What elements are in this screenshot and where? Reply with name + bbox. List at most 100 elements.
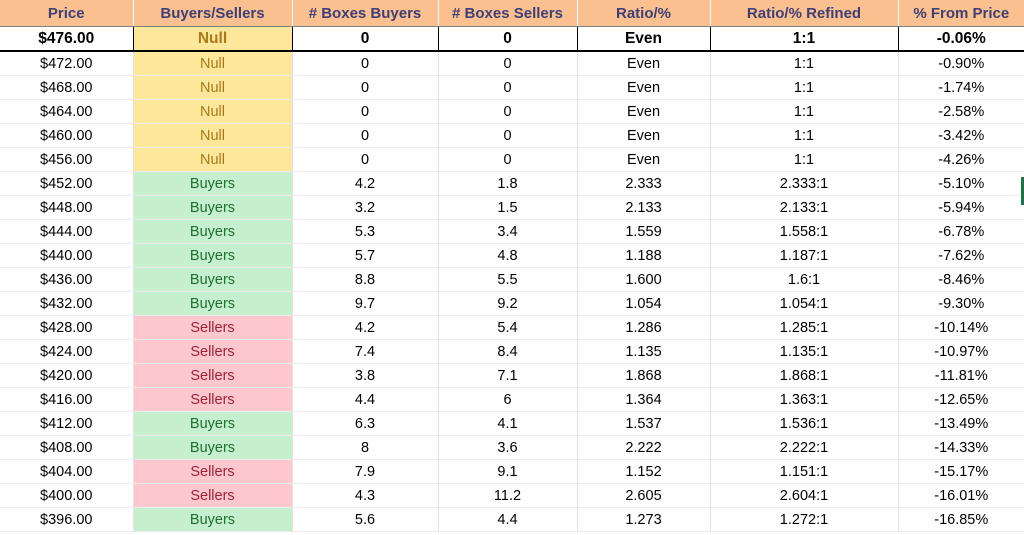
cell-boxes_sellers[interactable]: 0 <box>438 147 578 172</box>
cell-pct_from_price[interactable]: -0.90% <box>898 51 1024 76</box>
cell-buyers_sellers[interactable]: Buyers <box>133 435 293 460</box>
cell-price[interactable]: $444.00 <box>0 219 134 244</box>
cell-boxes_buyers[interactable]: 5.3 <box>292 219 439 244</box>
cell-ratio_pct[interactable]: 1.537 <box>577 411 711 436</box>
cell-boxes_sellers[interactable]: 4.8 <box>438 243 578 268</box>
cell-price[interactable]: $460.00 <box>0 123 134 148</box>
table-row[interactable]: $456.00 Null 0 0 Even 1:1 -4.26% <box>0 147 1024 172</box>
table-row[interactable]: $448.00 Buyers 3.2 1.5 2.133 2.133:1 -5.94% <box>0 195 1024 220</box>
cell-buyers_sellers[interactable]: Sellers <box>133 483 293 508</box>
cell-pct_from_price[interactable]: -5.10% <box>898 171 1024 196</box>
cell-ratio_pct[interactable]: 1.188 <box>577 243 711 268</box>
cell-boxes_buyers[interactable]: 4.2 <box>292 315 439 340</box>
cell-price[interactable]: $472.00 <box>0 51 134 76</box>
table-row[interactable]: $440.00 Buyers 5.7 4.8 1.188 1.187:1 -7.62% <box>0 243 1024 268</box>
cell-pct_from_price[interactable]: -1.74% <box>898 75 1024 100</box>
cell-boxes_sellers[interactable]: 4.1 <box>438 411 578 436</box>
cell-pct_from_price[interactable]: -10.97% <box>898 339 1024 364</box>
cell-boxes_sellers[interactable]: 8.4 <box>438 339 578 364</box>
cell-boxes_buyers[interactable]: 6.3 <box>292 411 439 436</box>
cell-price[interactable]: $408.00 <box>0 435 134 460</box>
cell-boxes_buyers[interactable]: 5.6 <box>292 507 439 532</box>
table-row[interactable]: $476.00 Null 0 0 Even 1:1 -0.06% <box>0 26 1024 52</box>
table-row[interactable]: $424.00 Sellers 7.4 8.4 1.135 1.135:1 -10.97% <box>0 339 1024 364</box>
cell-boxes_buyers[interactable]: 9.7 <box>292 291 439 316</box>
cell-buyers_sellers[interactable]: Buyers <box>133 507 293 532</box>
cell-ratio_pct_refined[interactable]: 1.054:1 <box>710 291 899 316</box>
cell-boxes_buyers[interactable]: 0 <box>292 147 439 172</box>
cell-buyers_sellers[interactable]: Null <box>133 123 293 148</box>
table-row[interactable]: $468.00 Null 0 0 Even 1:1 -1.74% <box>0 75 1024 100</box>
table-row[interactable]: $444.00 Buyers 5.3 3.4 1.559 1.558:1 -6.78% <box>0 219 1024 244</box>
cell-price[interactable]: $428.00 <box>0 315 134 340</box>
cell-price[interactable]: $424.00 <box>0 339 134 364</box>
cell-price[interactable]: $436.00 <box>0 267 134 292</box>
cell-boxes_sellers[interactable]: 0 <box>438 26 578 52</box>
cell-boxes_sellers[interactable]: 11.2 <box>438 483 578 508</box>
cell-boxes_buyers[interactable]: 7.9 <box>292 459 439 484</box>
cell-buyers_sellers[interactable]: Null <box>133 75 293 100</box>
cell-price[interactable]: $468.00 <box>0 75 134 100</box>
cell-price[interactable]: $464.00 <box>0 99 134 124</box>
cell-ratio_pct[interactable]: 2.333 <box>577 171 711 196</box>
cell-ratio_pct_refined[interactable]: 1.151:1 <box>710 459 899 484</box>
cell-price[interactable]: $416.00 <box>0 387 134 412</box>
table-row[interactable]: $396.00 Buyers 5.6 4.4 1.273 1.272:1 -16.85% <box>0 507 1024 532</box>
column-header-buyers-sellers[interactable]: Buyers/Sellers <box>133 0 293 27</box>
cell-boxes_sellers[interactable]: 0 <box>438 75 578 100</box>
column-header-pct-from-price[interactable]: % From Price <box>898 0 1024 27</box>
cell-ratio_pct_refined[interactable]: 1:1 <box>710 99 899 124</box>
cell-ratio_pct_refined[interactable]: 1.868:1 <box>710 363 899 388</box>
cell-pct_from_price[interactable]: -13.49% <box>898 411 1024 436</box>
cell-pct_from_price[interactable]: -9.30% <box>898 291 1024 316</box>
cell-boxes_buyers[interactable]: 7.4 <box>292 339 439 364</box>
cell-pct_from_price[interactable]: -6.78% <box>898 219 1024 244</box>
cell-buyers_sellers[interactable]: Sellers <box>133 459 293 484</box>
table-row[interactable]: $404.00 Sellers 7.9 9.1 1.152 1.151:1 -15.17% <box>0 459 1024 484</box>
column-header-boxes-buyers[interactable]: # Boxes Buyers <box>292 0 439 27</box>
cell-buyers_sellers[interactable]: Null <box>133 99 293 124</box>
table-row[interactable]: $408.00 Buyers 8 3.6 2.222 2.222:1 -14.33% <box>0 435 1024 460</box>
cell-ratio_pct_refined[interactable]: 2.333:1 <box>710 171 899 196</box>
cell-price[interactable]: $456.00 <box>0 147 134 172</box>
cell-ratio_pct_refined[interactable]: 1:1 <box>710 26 899 52</box>
cell-pct_from_price[interactable]: -5.94% <box>898 195 1024 220</box>
table-row[interactable]: $416.00 Sellers 4.4 6 1.364 1.363:1 -12.65% <box>0 387 1024 412</box>
cell-ratio_pct[interactable]: 1.559 <box>577 219 711 244</box>
cell-ratio_pct_refined[interactable]: 1.285:1 <box>710 315 899 340</box>
cell-boxes_sellers[interactable]: 7.1 <box>438 363 578 388</box>
cell-price[interactable]: $412.00 <box>0 411 134 436</box>
cell-boxes_buyers[interactable]: 3.2 <box>292 195 439 220</box>
cell-ratio_pct_refined[interactable]: 1.363:1 <box>710 387 899 412</box>
table-row[interactable]: $400.00 Sellers 4.3 11.2 2.605 2.604:1 -16.01% <box>0 483 1024 508</box>
cell-boxes_sellers[interactable]: 1.8 <box>438 171 578 196</box>
cell-buyers_sellers[interactable]: Buyers <box>133 243 293 268</box>
cell-boxes_sellers[interactable]: 0 <box>438 51 578 76</box>
cell-ratio_pct_refined[interactable]: 1.6:1 <box>710 267 899 292</box>
cell-ratio_pct_refined[interactable]: 1:1 <box>710 147 899 172</box>
cell-boxes_sellers[interactable]: 9.2 <box>438 291 578 316</box>
cell-boxes_buyers[interactable]: 4.3 <box>292 483 439 508</box>
cell-boxes_buyers[interactable]: 0 <box>292 99 439 124</box>
cell-pct_from_price[interactable]: -12.65% <box>898 387 1024 412</box>
table-row[interactable]: $436.00 Buyers 8.8 5.5 1.600 1.6:1 -8.46% <box>0 267 1024 292</box>
table-row[interactable]: $432.00 Buyers 9.7 9.2 1.054 1.054:1 -9.30% <box>0 291 1024 316</box>
table-row[interactable]: $420.00 Sellers 3.8 7.1 1.868 1.868:1 -11.81% <box>0 363 1024 388</box>
cell-buyers_sellers[interactable]: Buyers <box>133 267 293 292</box>
column-header-boxes-sellers[interactable]: # Boxes Sellers <box>438 0 578 27</box>
cell-price[interactable]: $396.00 <box>0 507 134 532</box>
cell-boxes_sellers[interactable]: 9.1 <box>438 459 578 484</box>
cell-buyers_sellers[interactable]: Sellers <box>133 363 293 388</box>
cell-ratio_pct[interactable]: 1.868 <box>577 363 711 388</box>
cell-ratio_pct_refined[interactable]: 1.187:1 <box>710 243 899 268</box>
cell-ratio_pct_refined[interactable]: 2.222:1 <box>710 435 899 460</box>
cell-boxes_sellers[interactable]: 0 <box>438 99 578 124</box>
cell-buyers_sellers[interactable]: Sellers <box>133 387 293 412</box>
cell-ratio_pct[interactable]: Even <box>577 51 711 76</box>
cell-boxes_buyers[interactable]: 0 <box>292 51 439 76</box>
table-row[interactable]: $412.00 Buyers 6.3 4.1 1.537 1.536:1 -13.49% <box>0 411 1024 436</box>
cell-buyers_sellers[interactable]: Null <box>133 51 293 76</box>
cell-buyers_sellers[interactable]: Buyers <box>133 291 293 316</box>
cell-boxes_buyers[interactable]: 4.4 <box>292 387 439 412</box>
cell-boxes_buyers[interactable]: 5.7 <box>292 243 439 268</box>
